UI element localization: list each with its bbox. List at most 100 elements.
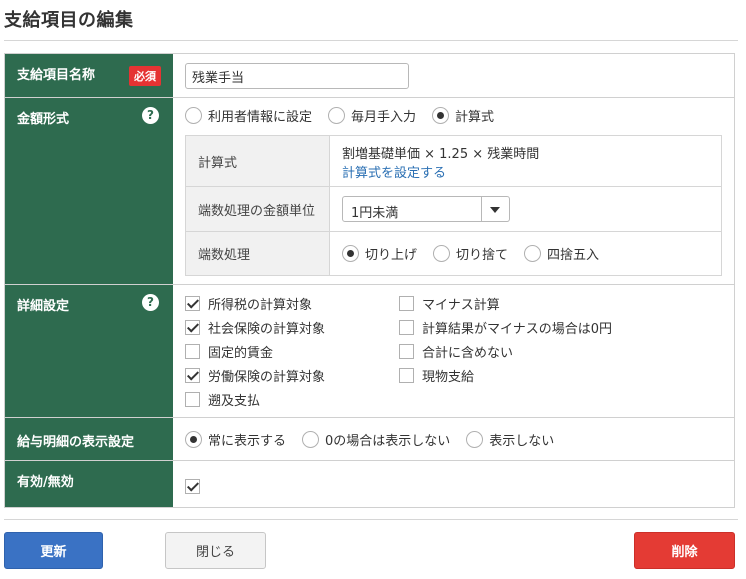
radio-label: 切り上げ — [365, 248, 418, 263]
footer-divider — [4, 519, 738, 520]
checkbox-income-tax[interactable]: 所得税の計算対象 — [185, 291, 325, 315]
sub-row-formula: 計算式 割増基礎単価 × 1.25 × 残業時間 計算式を設定する — [186, 136, 721, 187]
rounding-unit-value-cell: 1円未満 — [330, 187, 721, 231]
rounding-label: 端数処理 — [186, 232, 330, 275]
checkbox-checked-icon — [185, 479, 200, 494]
checkbox-label: 所得税の計算対象 — [208, 297, 313, 313]
select-divider — [481, 197, 482, 221]
checkbox-minus-calc[interactable]: マイナス計算 — [399, 291, 612, 315]
row-item-name: 支給項目名称 必須 — [5, 54, 734, 98]
title-divider — [4, 40, 738, 41]
row-amount-format: 金額形式 ? 利用者情報に設定 毎月手入力 計算式 計算式 割増基礎単価 × 1… — [5, 98, 734, 285]
value-cell-amount-format: 利用者情報に設定 毎月手入力 計算式 計算式 割増基礎単価 × 1.25 × 残… — [173, 98, 734, 284]
item-name-input[interactable] — [185, 63, 409, 89]
rounding-option-round-up[interactable]: 切り上げ — [342, 244, 417, 263]
checkbox-checked-icon — [185, 295, 200, 311]
checkbox-label: マイナス計算 — [422, 297, 500, 313]
value-cell-enabled — [173, 461, 734, 507]
radio-label: 表示しない — [489, 434, 555, 449]
payslip-option-hide-if-zero[interactable]: 0の場合は表示しない — [302, 430, 450, 449]
formula-value-cell: 割増基礎単価 × 1.25 × 残業時間 計算式を設定する — [330, 136, 721, 186]
checkbox-icon — [399, 367, 414, 383]
radio-icon — [185, 107, 202, 124]
formula-label: 計算式 — [186, 136, 330, 186]
label-cell-item-name: 支給項目名称 必須 — [5, 54, 173, 97]
update-button[interactable]: 更新 — [4, 532, 103, 569]
radio-icon — [328, 107, 346, 124]
item-name-label: 支給項目名称 — [17, 68, 96, 83]
label-cell-payslip-display: 給与明細の表示設定 — [5, 418, 173, 460]
amount-format-option-formula[interactable]: 計算式 — [432, 106, 494, 125]
row-payslip-display: 給与明細の表示設定 常に表示する 0の場合は表示しない 表示しない — [5, 418, 734, 461]
enabled-label: 有効/無効 — [17, 475, 74, 490]
checkbox-retroactive-payment[interactable]: 遡及支払 — [185, 387, 325, 411]
checkbox-in-kind-payment[interactable]: 現物支給 — [399, 363, 612, 387]
formula-settings-table: 計算式 割増基礎単価 × 1.25 × 残業時間 計算式を設定する 端数処理の金… — [185, 135, 722, 276]
help-icon[interactable]: ? — [142, 107, 159, 124]
checkbox-negative-to-zero[interactable]: 計算結果がマイナスの場合は0円 — [399, 315, 612, 339]
radio-icon — [302, 431, 320, 448]
rounding-unit-selected-value: 1円未満 — [351, 206, 399, 221]
rounding-unit-select[interactable]: 1円未満 — [342, 196, 510, 222]
checkbox-social-insurance[interactable]: 社会保険の計算対象 — [185, 315, 325, 339]
radio-label: 毎月手入力 — [351, 110, 417, 125]
edit-form: 支給項目名称 必須 金額形式 ? 利用者情報に設定 毎月手入力 — [4, 53, 735, 508]
detail-settings-label: 詳細設定 — [17, 299, 70, 314]
row-detail-settings: 詳細設定 ? 所得税の計算対象 社会保険の計算対象 固定的賃金 労働保険の計算対… — [5, 285, 734, 418]
checkbox-icon — [185, 391, 200, 407]
radio-icon — [524, 245, 542, 262]
amount-format-option-user-info[interactable]: 利用者情報に設定 — [185, 106, 312, 125]
radio-label: 利用者情報に設定 — [208, 110, 313, 125]
sub-row-rounding-unit: 端数処理の金額単位 1円未満 — [186, 187, 721, 232]
detail-left-checklist: 所得税の計算対象 社会保険の計算対象 固定的賃金 労働保険の計算対象 遡及支払 — [185, 291, 325, 411]
checkbox-icon — [399, 343, 414, 359]
checkbox-label: 現物支給 — [422, 369, 475, 385]
checkbox-checked-icon — [185, 367, 200, 383]
checkbox-icon — [399, 319, 414, 335]
payslip-display-label: 給与明細の表示設定 — [17, 435, 135, 450]
page-title: 支給項目の編集 — [4, 10, 134, 31]
radio-label: 0の場合は表示しない — [325, 434, 451, 449]
label-cell-enabled: 有効/無効 — [5, 461, 173, 507]
rounding-radio-group: 切り上げ 切り捨て 四捨五入 — [342, 244, 615, 263]
checkbox-checked-icon — [185, 319, 200, 335]
help-icon[interactable]: ? — [142, 294, 159, 311]
checkbox-icon — [399, 295, 414, 311]
radio-selected-icon — [432, 107, 450, 124]
close-button[interactable]: 閉じる — [165, 532, 266, 569]
delete-button[interactable]: 削除 — [634, 532, 735, 569]
value-cell-detail-settings: 所得税の計算対象 社会保険の計算対象 固定的賃金 労働保険の計算対象 遡及支払 — [173, 285, 734, 417]
rounding-value-cell: 切り上げ 切り捨て 四捨五入 — [330, 232, 721, 275]
rounding-option-round-half[interactable]: 四捨五入 — [524, 244, 599, 263]
amount-format-radio-group: 利用者情報に設定 毎月手入力 計算式 — [185, 106, 510, 125]
checkbox-labor-insurance[interactable]: 労働保険の計算対象 — [185, 363, 325, 387]
checkbox-label: 労働保険の計算対象 — [208, 369, 326, 385]
sub-row-rounding: 端数処理 切り上げ 切り捨て 四捨五入 — [186, 232, 721, 275]
radio-label: 常に表示する — [208, 434, 287, 449]
radio-icon — [466, 431, 484, 448]
checkbox-label: 固定的賃金 — [208, 345, 274, 361]
checkbox-label: 遡及支払 — [208, 393, 261, 409]
value-cell-payslip-display: 常に表示する 0の場合は表示しない 表示しない — [173, 418, 734, 460]
radio-label: 切り捨て — [456, 248, 509, 263]
checkbox-label: 合計に含めない — [422, 345, 514, 361]
radio-label: 計算式 — [455, 110, 495, 125]
payslip-option-never[interactable]: 表示しない — [466, 430, 554, 449]
checkbox-exclude-from-total[interactable]: 合計に含めない — [399, 339, 612, 363]
rounding-option-round-down[interactable]: 切り捨て — [433, 244, 508, 263]
set-formula-link[interactable]: 計算式を設定する — [342, 162, 446, 181]
payslip-option-always[interactable]: 常に表示する — [185, 430, 286, 449]
checkbox-fixed-wage[interactable]: 固定的賃金 — [185, 339, 325, 363]
detail-right-checklist: マイナス計算 計算結果がマイナスの場合は0円 合計に含めない 現物支給 — [399, 291, 612, 387]
payslip-display-radio-group: 常に表示する 0の場合は表示しない 表示しない — [185, 430, 570, 449]
amount-format-option-monthly-manual[interactable]: 毎月手入力 — [328, 106, 416, 125]
checkbox-enabled[interactable] — [185, 479, 208, 494]
required-badge: 必須 — [129, 66, 161, 86]
formula-expression: 割増基礎単価 × 1.25 × 残業時間 — [342, 147, 540, 162]
label-cell-detail-settings: 詳細設定 ? — [5, 285, 173, 417]
radio-icon — [433, 245, 451, 262]
checkbox-icon — [185, 343, 200, 359]
row-enabled: 有効/無効 — [5, 461, 734, 508]
radio-selected-icon — [342, 245, 359, 262]
checkbox-label: 計算結果がマイナスの場合は0円 — [422, 321, 613, 337]
